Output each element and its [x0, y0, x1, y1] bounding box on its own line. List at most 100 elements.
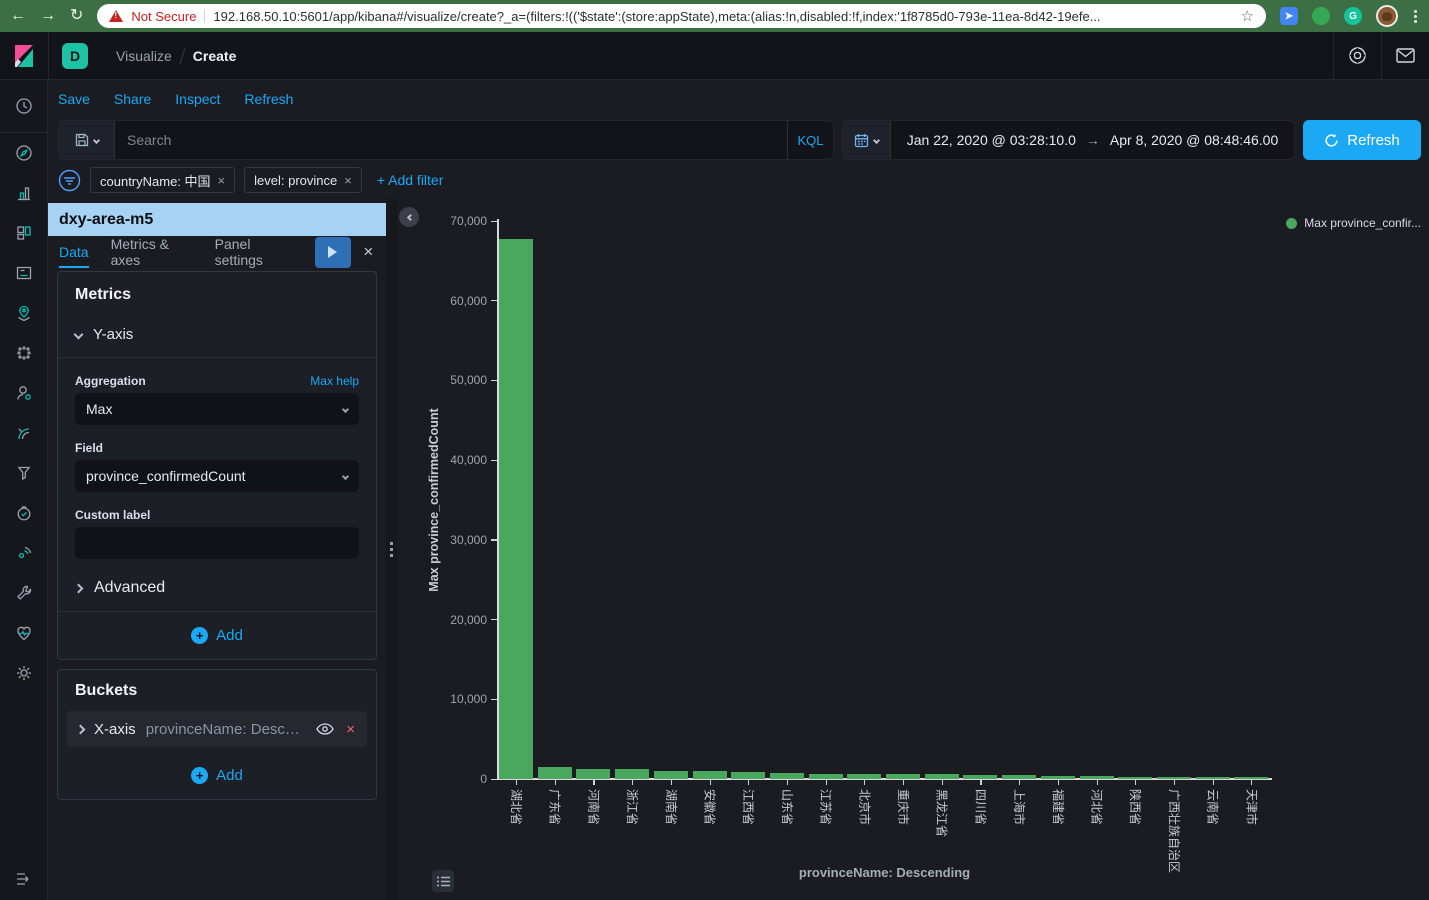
custom-label-input[interactable]	[75, 527, 359, 559]
sidebar-item-siem[interactable]	[0, 453, 47, 493]
max-help-link[interactable]: Max help	[310, 374, 359, 388]
x-tick-mark	[1097, 779, 1098, 785]
bar[interactable]	[654, 771, 688, 779]
query-language-button[interactable]: KQL	[787, 121, 833, 159]
legend-toggle-button[interactable]	[432, 870, 454, 892]
x-tick-label: 重庆市	[895, 789, 912, 825]
panel-resizer-handle[interactable]	[386, 198, 397, 900]
date-picker: Jan 22, 2020 @ 03:28:10.0 → Apr 8, 2020 …	[842, 120, 1295, 160]
browser-back-icon[interactable]: ←	[10, 8, 26, 24]
y-axis-accordion[interactable]: Y-axis	[75, 326, 359, 343]
sidebar-item-dashboard[interactable]	[0, 213, 47, 253]
custom-label-label: Custom label	[75, 508, 150, 522]
browser-menu-icon[interactable]	[1412, 8, 1419, 25]
browser-forward-icon[interactable]: →	[40, 8, 56, 24]
bar[interactable]	[693, 771, 727, 779]
remove-filter-icon[interactable]: ×	[344, 173, 352, 188]
add-filter-button[interactable]: + Add filter	[377, 172, 444, 188]
tab-panel-settings[interactable]: Panel settings	[215, 236, 294, 268]
breadcrumb-separator	[179, 48, 185, 64]
apply-changes-button[interactable]	[315, 237, 350, 268]
bar[interactable]	[538, 767, 572, 779]
y-tick-label: 20,000	[397, 613, 487, 627]
y-tick-mark	[491, 619, 497, 620]
sidebar-item-uptime[interactable]	[0, 493, 47, 533]
x-tick-mark	[787, 779, 788, 785]
address-bar[interactable]: Not Secure 192.168.50.10:5601/app/kibana…	[97, 4, 1266, 28]
share-action-link[interactable]: Share	[114, 91, 151, 107]
x-tick-mark	[980, 779, 981, 785]
refresh-query-button[interactable]: Refresh	[1303, 120, 1421, 160]
browser-profile-avatar[interactable]	[1376, 5, 1398, 27]
chevron-down-icon	[873, 136, 880, 143]
sidebar-item-discover[interactable]	[0, 133, 47, 173]
vis-title-input[interactable]: dxy-area-m5	[48, 203, 386, 236]
bar[interactable]	[731, 772, 765, 779]
x-axis-bucket-row[interactable]: X-axis provinceName: Descen... ×	[67, 711, 367, 747]
sidebar-item-recently-viewed[interactable]	[0, 80, 47, 133]
remove-bucket-icon[interactable]: ×	[344, 721, 357, 738]
quick-select-menu-button[interactable]	[843, 121, 891, 159]
refresh-icon	[1324, 133, 1339, 148]
buckets-heading: Buckets	[67, 682, 367, 700]
date-range-end[interactable]: Apr 8, 2020 @ 08:48:46.00	[1110, 132, 1278, 148]
feedback-button[interactable]	[1381, 32, 1429, 79]
sidebar-item-management[interactable]	[0, 653, 47, 693]
extension-blue-icon[interactable]: ➤	[1280, 7, 1298, 25]
advanced-accordion[interactable]: Advanced	[75, 579, 359, 597]
search-input[interactable]	[115, 121, 787, 159]
breadcrumb-visualize[interactable]: Visualize	[116, 48, 172, 64]
x-tick-mark	[903, 779, 904, 785]
url-text[interactable]: 192.168.50.10:5601/app/kibana#/visualize…	[213, 9, 1232, 24]
chevron-down-icon	[342, 472, 349, 479]
sidebar-item-canvas[interactable]	[0, 253, 47, 293]
legend-item[interactable]: Max province_confir...	[1286, 216, 1421, 230]
filter-pill[interactable]: countryName: 中国×	[90, 167, 235, 193]
add-metric-button[interactable]: + Add	[58, 611, 376, 659]
sidebar-item-logs[interactable]	[0, 413, 47, 453]
browser-reload-icon[interactable]: ↻	[70, 8, 83, 24]
help-button[interactable]	[1333, 32, 1381, 79]
x-tick-mark	[1213, 779, 1214, 785]
bookmark-star-icon[interactable]: ☆	[1241, 7, 1254, 25]
buckets-card: Buckets X-axis provinceName: Descen... ×	[57, 669, 377, 800]
sidebar-item-machine-learning[interactable]	[0, 333, 47, 373]
sidebar-item-apm[interactable]	[0, 533, 47, 573]
tab-data[interactable]: Data	[59, 236, 89, 268]
chevron-down-icon	[74, 330, 84, 340]
tab-metrics-axes[interactable]: Metrics & axes	[111, 236, 193, 268]
inspect-action-link[interactable]: Inspect	[175, 91, 220, 107]
aggregation-select[interactable]: Max	[75, 393, 359, 425]
bar[interactable]	[615, 769, 649, 779]
save-action-link[interactable]: Save	[58, 91, 90, 107]
add-bucket-button[interactable]: + Add	[58, 751, 376, 799]
bar[interactable]	[499, 239, 533, 779]
x-tick-mark	[671, 779, 672, 785]
date-range-start[interactable]: Jan 22, 2020 @ 03:28:10.0	[907, 132, 1076, 148]
eye-icon[interactable]	[316, 723, 334, 735]
field-select[interactable]: province_confirmedCount	[75, 460, 359, 492]
side-navigation	[0, 80, 48, 900]
sidebar-collapse-button[interactable]	[0, 862, 48, 896]
filter-pill[interactable]: level: province×	[244, 167, 362, 193]
bar[interactable]	[576, 769, 610, 779]
saved-query-menu-button[interactable]	[59, 121, 115, 159]
x-tick-mark	[1174, 779, 1175, 785]
y-axis-label: Y-axis	[93, 326, 133, 343]
sidebar-item-visualize[interactable]	[0, 173, 47, 213]
siem-icon	[15, 464, 33, 482]
browser-chrome: ← → ↻ Not Secure 192.168.50.10:5601/app/…	[0, 0, 1429, 32]
refresh-action-link[interactable]: Refresh	[244, 91, 293, 107]
sidebar-item-stack-monitoring[interactable]	[0, 613, 47, 653]
space-avatar[interactable]: D	[62, 43, 88, 69]
x-tick-label: 黑龙江省	[934, 789, 951, 837]
sidebar-item-graph[interactable]	[0, 373, 47, 413]
discard-changes-button[interactable]: ×	[351, 242, 386, 262]
extension-green-icon[interactable]	[1312, 7, 1330, 25]
filter-options-icon[interactable]	[58, 169, 81, 192]
kibana-logo[interactable]	[0, 32, 49, 80]
sidebar-item-dev-tools[interactable]	[0, 573, 47, 613]
grammarly-extension-icon[interactable]: G	[1344, 7, 1362, 25]
sidebar-item-maps[interactable]	[0, 293, 47, 333]
remove-filter-icon[interactable]: ×	[218, 173, 226, 188]
